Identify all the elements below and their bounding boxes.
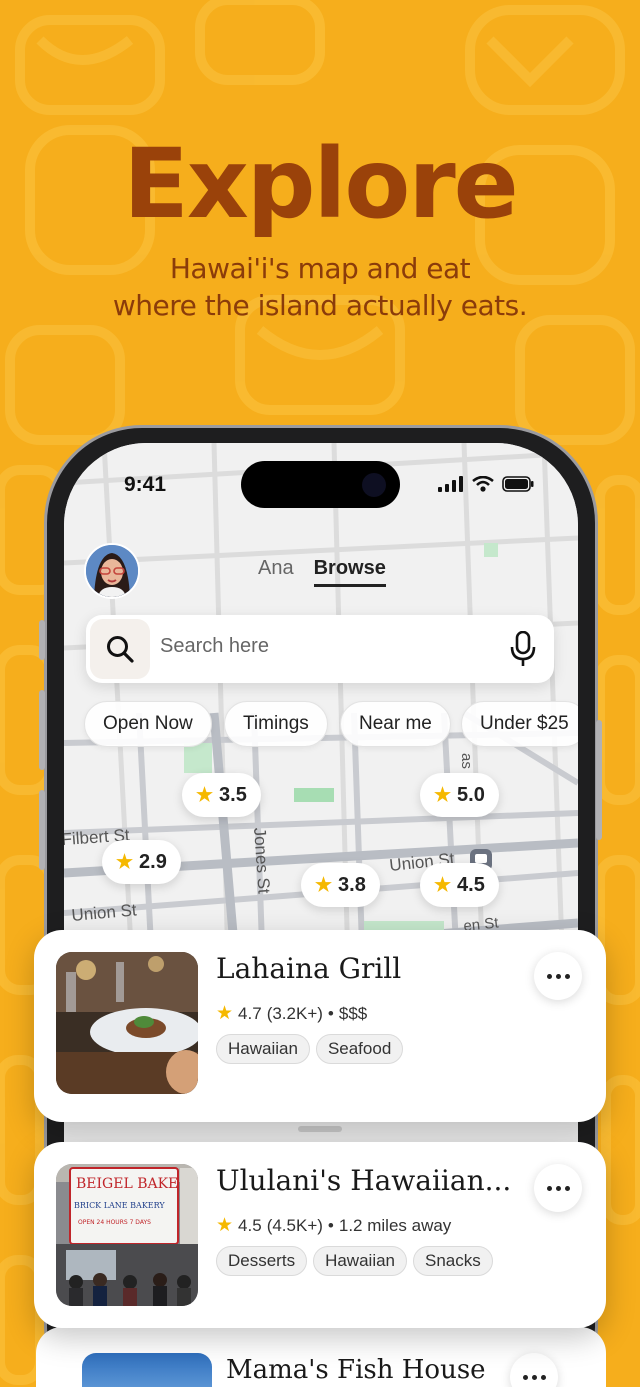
sign-text: OPEN 24 HOURS 7 DAYS <box>78 1219 151 1226</box>
restaurant-card-lahaina-grill[interactable]: Lahaina Grill ★ 4.7 (3.2K+) • $$$ Hawaii… <box>34 930 606 1122</box>
restaurant-photo <box>56 952 198 1094</box>
sheet-handle[interactable] <box>298 1126 342 1132</box>
tag[interactable]: Snacks <box>413 1246 493 1276</box>
restaurant-photo: BEIGEL BAKE BRICK LANE BAKERY OPEN 24 HO… <box>56 1164 198 1306</box>
restaurant-rating: 4.5 <box>238 1215 262 1235</box>
status-time: 9:41 <box>124 473 167 496</box>
map-rating-pin[interactable]: ★ 3.8 <box>301 863 380 907</box>
dot <box>555 973 561 979</box>
phone-side-button <box>596 720 602 840</box>
dot <box>531 1374 537 1380</box>
phone-side-button <box>39 690 45 770</box>
status-icons <box>438 476 534 492</box>
more-options-button[interactable] <box>534 1164 582 1212</box>
map-rating-pin[interactable]: ★ 2.9 <box>102 840 181 884</box>
star-icon: ★ <box>116 851 134 873</box>
restaurant-card-mamas-fish-house[interactable]: Mama's Fish House <box>36 1327 606 1387</box>
hero-title: Explore <box>123 128 519 240</box>
dot <box>522 1374 528 1380</box>
map-rating-pin[interactable]: ★ 3.5 <box>182 773 261 817</box>
avatar-image <box>86 545 138 597</box>
dot <box>555 1185 561 1191</box>
meta-separator: • <box>327 1215 334 1235</box>
wifi-icon <box>472 476 494 492</box>
hero-subtitle: Hawai'i's map and eat where the island a… <box>0 250 640 324</box>
restaurant-tags: Hawaiian Seafood <box>216 1034 404 1064</box>
filter-chip-under-25[interactable]: Under $25 <box>461 701 578 747</box>
star-icon: ★ <box>216 1215 234 1236</box>
dot <box>540 1374 546 1380</box>
status-bar: 9:41 <box>64 443 578 523</box>
restaurant-photo <box>82 1353 212 1387</box>
hero-subtitle-line-2: where the island actually eats. <box>112 289 528 322</box>
meta-separator: • <box>327 1003 334 1023</box>
microphone-icon <box>510 630 536 666</box>
tab-ana[interactable]: Ana <box>258 557 294 587</box>
star-icon: ★ <box>434 874 452 896</box>
hero-subtitle-line-1: Hawai'i's map and eat <box>169 252 471 285</box>
dot <box>546 973 552 979</box>
restaurant-reviews: (3.2K+) <box>266 1003 323 1023</box>
search-bar <box>86 615 554 683</box>
tag[interactable]: Hawaiian <box>216 1034 310 1064</box>
restaurant-card-ululanis[interactable]: BEIGEL BAKE BRICK LANE BAKERY OPEN 24 HO… <box>34 1142 606 1328</box>
dynamic-island <box>241 461 400 508</box>
tab-browse[interactable]: Browse <box>313 557 386 587</box>
restaurant-distance: 1.2 miles away <box>338 1215 452 1235</box>
pin-rating: 2.9 <box>139 850 167 873</box>
voice-search-button[interactable] <box>510 630 536 672</box>
star-icon: ★ <box>434 784 452 806</box>
search-icon <box>107 636 134 663</box>
restaurant-price: $$$ <box>338 1003 368 1023</box>
camera-icon <box>362 473 386 497</box>
restaurant-tags: Desserts Hawaiian Snacks <box>216 1246 493 1276</box>
map-rating-pin[interactable]: ★ 4.5 <box>420 863 499 907</box>
phone-side-button <box>39 620 45 660</box>
restaurant-name: Ululani's Hawaiian... <box>216 1164 512 1197</box>
pin-rating: 4.5 <box>457 873 485 896</box>
pin-rating: 5.0 <box>457 783 485 806</box>
pin-rating: 3.5 <box>219 783 247 806</box>
more-options-button[interactable] <box>534 952 582 1000</box>
search-input[interactable] <box>160 635 480 658</box>
sign-text: BEIGEL BAKE <box>76 1176 178 1192</box>
header-tabs: Ana Browse <box>258 557 386 587</box>
star-icon: ★ <box>315 874 333 896</box>
plated-dish-photo <box>56 952 198 1094</box>
pin-rating: 3.8 <box>338 873 366 896</box>
map-rating-pin[interactable]: ★ 5.0 <box>420 773 499 817</box>
tag[interactable]: Desserts <box>216 1246 308 1276</box>
sign-text: BRICK LANE BAKERY <box>74 1201 165 1210</box>
search-button[interactable] <box>90 619 150 679</box>
restaurant-name: Mama's Fish House <box>226 1355 486 1385</box>
star-icon: ★ <box>196 784 214 806</box>
filter-chip-timings[interactable]: Timings <box>224 701 328 747</box>
dot <box>564 1185 570 1191</box>
filter-chip-near-me[interactable]: Near me <box>340 701 451 747</box>
dot <box>564 973 570 979</box>
tag[interactable]: Seafood <box>315 1034 404 1064</box>
star-icon: ★ <box>216 1003 234 1024</box>
avatar[interactable] <box>84 543 140 599</box>
signal-icon <box>438 476 463 492</box>
tag[interactable]: Hawaiian <box>313 1246 408 1276</box>
dot <box>546 1185 552 1191</box>
more-options-button[interactable] <box>510 1353 558 1387</box>
restaurant-reviews: (4.5K+) <box>266 1215 323 1235</box>
phone-side-button <box>39 790 45 870</box>
bakery-storefront-photo: BEIGEL BAKE BRICK LANE BAKERY OPEN 24 HO… <box>56 1164 198 1306</box>
restaurant-meta: ★ 4.7 (3.2K+) • $$$ <box>216 1002 367 1025</box>
filter-chip-open-now[interactable]: Open Now <box>84 701 212 747</box>
restaurant-name: Lahaina Grill <box>216 952 402 985</box>
street-label: as <box>458 753 475 769</box>
battery-icon <box>502 476 534 492</box>
restaurant-meta: ★ 4.5 (4.5K+) • 1.2 miles away <box>216 1214 451 1237</box>
restaurant-rating: 4.7 <box>238 1003 262 1023</box>
